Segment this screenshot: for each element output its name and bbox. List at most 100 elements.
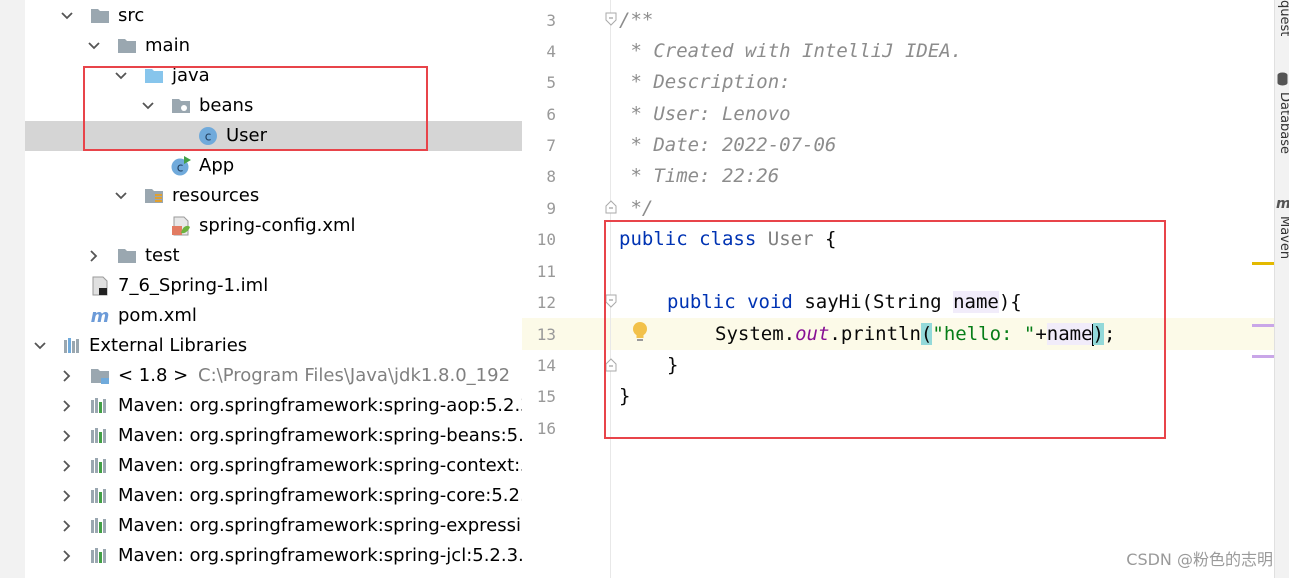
chevron-right-icon[interactable] [60,421,74,451]
tree-row[interactable]: < 1.8 > C:\Program Files\Java\jdk1.8.0_19… [25,361,522,391]
tree-row-label: src [118,5,145,26]
code-line-7: * Date: 2022-07-06 [619,134,837,156]
tree-row-label: spring-config.xml [199,215,356,236]
annotation-box-tree [83,66,428,151]
code-line-4: * Created with IntelliJ IDEA. [619,40,963,62]
jdk-icon [89,365,111,387]
code-editor[interactable]: 3 4 5 6 7 8 9 10 11 12 13 14 15 16 /** * Created with… [522,0,1274,578]
watermark: CSDN @粉色的志明 [1126,550,1273,569]
annotation-box-code [604,220,1166,439]
chevron-right-icon[interactable] [60,391,74,421]
warning-stripe[interactable] [1252,262,1274,265]
code-line-5: * Description: [619,71,791,93]
maven-icon: m [1276,196,1289,212]
folder-icon [116,35,138,57]
libraries-icon [62,335,84,357]
chevron-down-icon[interactable] [87,31,101,61]
chevron-right-icon[interactable] [60,541,74,571]
database-icon [1277,72,1288,86]
line-number: 13 [536,325,556,344]
tree-row[interactable]: External Libraries [25,331,522,361]
tree-row[interactable]: Maven: org.springframework:spring-core:5… [25,481,522,511]
library-icon [89,485,111,507]
tree-row[interactable]: test [25,241,522,271]
chevron-down-icon[interactable] [60,1,74,31]
tree-row[interactable]: 7_6_Spring-1.iml [25,271,522,301]
left-tool-strip [0,0,25,578]
maven-file-icon: m [89,305,111,327]
library-icon [89,545,111,567]
svg-text:c: c [177,161,184,175]
library-icon [89,515,111,537]
tree-row[interactable]: c App [25,151,522,181]
tree-row-label: Maven: org.springframework:spring-contex… [118,455,522,476]
tool-tab-maven[interactable]: Maven [1277,216,1289,259]
tree-row-label: pom.xml [118,305,197,326]
fold-marker-icon[interactable] [605,12,617,26]
library-icon [89,455,111,477]
code-line-6: * User: Lenovo [619,103,791,125]
tool-tab-request[interactable]: quest [1277,0,1289,36]
tree-row-label: < 1.8 > [118,365,189,386]
tree-row-label: Maven: org.springframework:spring-expres… [118,515,522,536]
chevron-right-icon[interactable] [60,481,74,511]
usage-stripe[interactable] [1252,355,1274,358]
line-number: 3 [546,11,556,30]
code-line-8: * Time: 22:26 [619,165,780,187]
line-number: 6 [546,105,556,124]
fold-end-marker-icon[interactable] [605,200,617,214]
line-number: 9 [546,199,556,218]
module-file-icon [89,275,111,297]
tree-row[interactable]: main [25,31,522,61]
tree-row-label: External Libraries [89,335,248,356]
tree-row-label: Maven: org.springframework:spring-jcl:5.… [118,545,522,566]
main-class-icon: c [170,155,192,177]
library-icon [89,425,111,447]
line-number: 7 [546,136,556,155]
code-line-3: /** [619,9,654,31]
chevron-down-icon[interactable] [33,331,47,361]
tree-row-label: Maven: org.springframework:spring-beans:… [118,425,522,446]
line-number: 11 [536,262,556,281]
tree-row-label: test [145,245,180,266]
resources-folder-icon [143,185,165,207]
line-number: 15 [536,387,556,406]
spring-xml-icon [170,215,192,237]
tree-row-label: resources [172,185,260,206]
line-number: 5 [546,73,556,92]
tree-row[interactable]: spring-config.xml [25,211,522,241]
line-number: 14 [536,356,556,375]
line-number: 4 [546,42,556,61]
line-number: 8 [546,167,556,186]
code-line-9: */ [619,197,654,219]
line-number: 10 [536,230,556,249]
tree-row-path: C:\Program Files\Java\jdk1.8.0_192 [198,365,511,386]
right-tool-strip: quest Database m Maven [1274,0,1289,578]
library-icon [89,395,111,417]
folder-icon [116,245,138,267]
tree-row-label: Maven: org.springframework:spring-core:5… [118,485,522,506]
tree-row[interactable]: Maven: org.springframework:spring-contex… [25,451,522,481]
tree-row[interactable]: Maven: org.springframework:spring-beans:… [25,421,522,451]
tree-row[interactable]: Maven: org.springframework:spring-aop:5.… [25,391,522,421]
line-number: 12 [536,293,556,312]
chevron-right-icon[interactable] [60,511,74,541]
chevron-right-icon[interactable] [60,361,74,391]
line-number: 16 [536,419,556,438]
tree-row[interactable]: Maven: org.springframework:spring-expres… [25,511,522,541]
folder-icon [89,5,111,27]
chevron-down-icon[interactable] [114,181,128,211]
svg-text:m: m [91,306,110,327]
tool-tab-database[interactable]: Database [1277,92,1289,154]
chevron-right-icon[interactable] [87,241,101,271]
chevron-right-icon[interactable] [60,451,74,481]
tree-row[interactable]: resources [25,181,522,211]
tree-row[interactable]: src [25,1,522,31]
tree-row-label: Maven: org.springframework:spring-aop:5.… [118,395,522,416]
tree-row[interactable]: m pom.xml [25,301,522,331]
usage-stripe[interactable] [1252,324,1274,327]
tree-row-label: 7_6_Spring-1.iml [118,275,269,296]
tree-row-label: main [145,35,190,56]
tree-row-label: App [199,155,235,176]
tree-row[interactable]: Maven: org.springframework:spring-jcl:5.… [25,541,522,571]
